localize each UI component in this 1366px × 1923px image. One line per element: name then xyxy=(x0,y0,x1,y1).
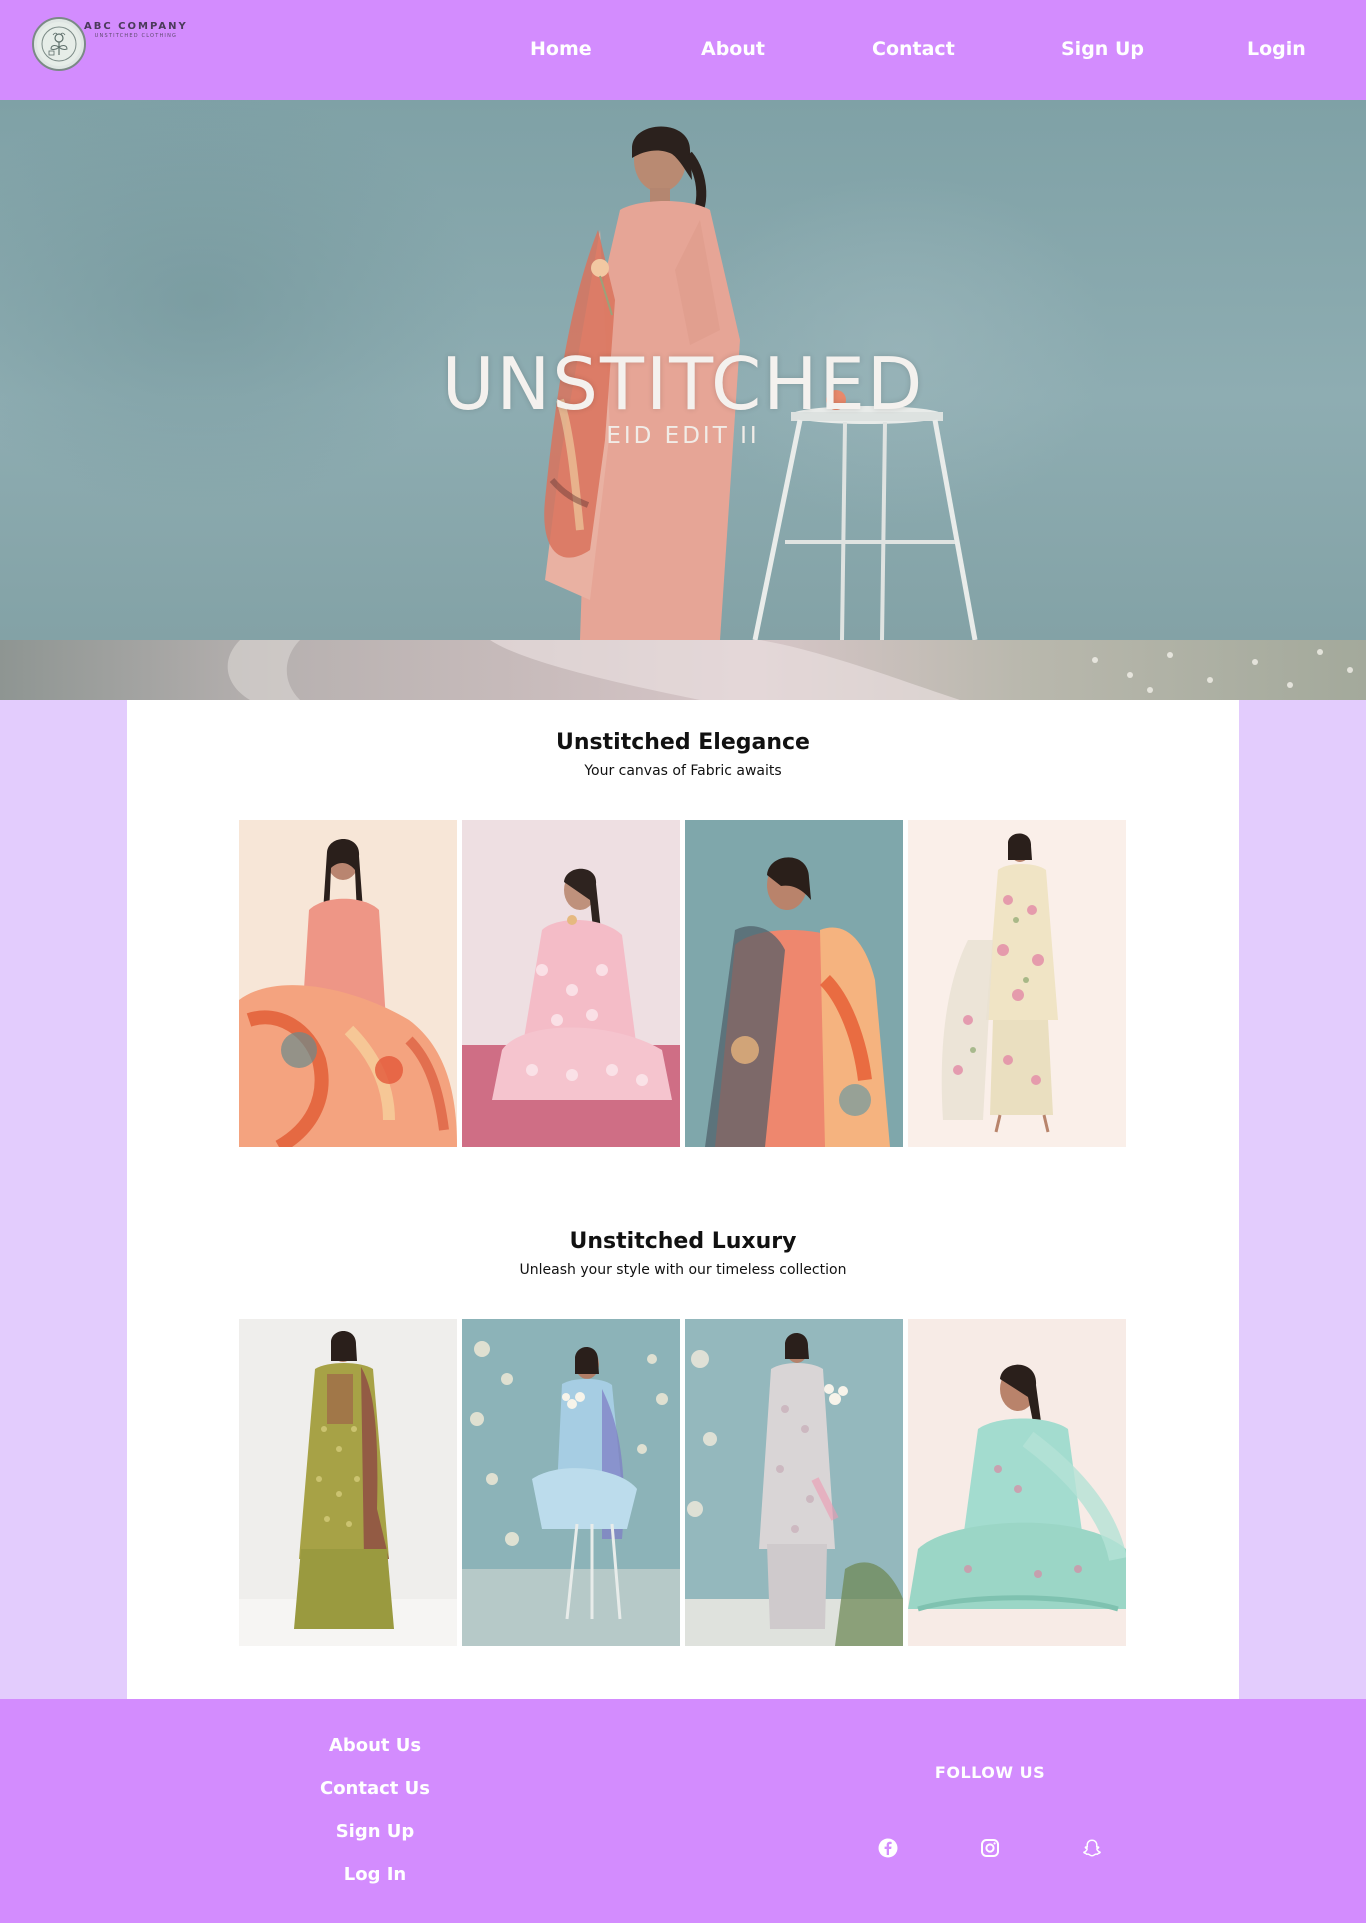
hero-floor-details xyxy=(227,640,1353,700)
nav-home[interactable]: Home xyxy=(530,38,592,60)
product-card[interactable] xyxy=(239,820,457,1147)
footer: About Us Contact Us Sign Up Log In FOLLO… xyxy=(0,1699,1366,1923)
product-card[interactable] xyxy=(685,1319,903,1646)
section-title-elegance: Unstitched Elegance xyxy=(556,730,810,755)
nav-contact[interactable]: Contact xyxy=(872,38,955,60)
section-subtitle-luxury: Unleash your style with our timeless col… xyxy=(519,1262,847,1278)
hero-title: UNSTITCHED xyxy=(441,342,925,426)
footer-contact-us-link[interactable]: Contact Us xyxy=(225,1778,525,1799)
instagram-icon[interactable] xyxy=(979,1837,1001,1859)
section-title-luxury: Unstitched Luxury xyxy=(569,1229,797,1254)
product-card[interactable] xyxy=(239,1319,457,1646)
navbar: ABC COMPANY UNSTITCHED CLOTHING Home Abo… xyxy=(0,0,1366,100)
main-content: Unstitched Elegance Your canvas of Fabri… xyxy=(127,700,1239,1699)
brand-tagline: UNSTITCHED CLOTHING xyxy=(94,33,178,39)
logo-emblem-icon xyxy=(32,17,86,71)
snapchat-icon[interactable] xyxy=(1081,1837,1103,1859)
brand-logo[interactable] xyxy=(32,17,86,71)
facebook-icon[interactable] xyxy=(877,1837,899,1859)
footer-sign-up-link[interactable]: Sign Up xyxy=(225,1821,525,1842)
footer-log-in-link[interactable]: Log In xyxy=(225,1864,525,1885)
brand-text: ABC COMPANY UNSTITCHED CLOTHING xyxy=(84,21,188,39)
hero-banner: UNSTITCHED EID EDIT II xyxy=(0,100,1366,700)
product-card[interactable] xyxy=(462,820,680,1147)
product-image xyxy=(685,820,903,1147)
product-card[interactable] xyxy=(462,1319,680,1646)
section-subtitle-elegance: Your canvas of Fabric awaits xyxy=(584,763,782,779)
nav-sign-up[interactable]: Sign Up xyxy=(1061,38,1144,60)
follow-us-label: FOLLOW US xyxy=(934,1763,1046,1782)
product-image xyxy=(462,1319,680,1646)
nav-login[interactable]: Login xyxy=(1247,38,1306,60)
product-image xyxy=(462,820,680,1147)
hero-subtitle: EID EDIT II xyxy=(606,423,760,449)
product-card[interactable] xyxy=(908,820,1126,1147)
nav-about[interactable]: About xyxy=(701,38,765,60)
brand-name: ABC COMPANY xyxy=(84,21,188,32)
product-card[interactable] xyxy=(685,820,903,1147)
product-image xyxy=(685,1319,903,1646)
footer-about-us-link[interactable]: About Us xyxy=(225,1735,525,1756)
product-image xyxy=(239,1319,457,1646)
product-image xyxy=(239,820,457,1147)
product-image xyxy=(908,820,1126,1147)
product-image xyxy=(908,1319,1126,1646)
product-card[interactable] xyxy=(908,1319,1126,1646)
